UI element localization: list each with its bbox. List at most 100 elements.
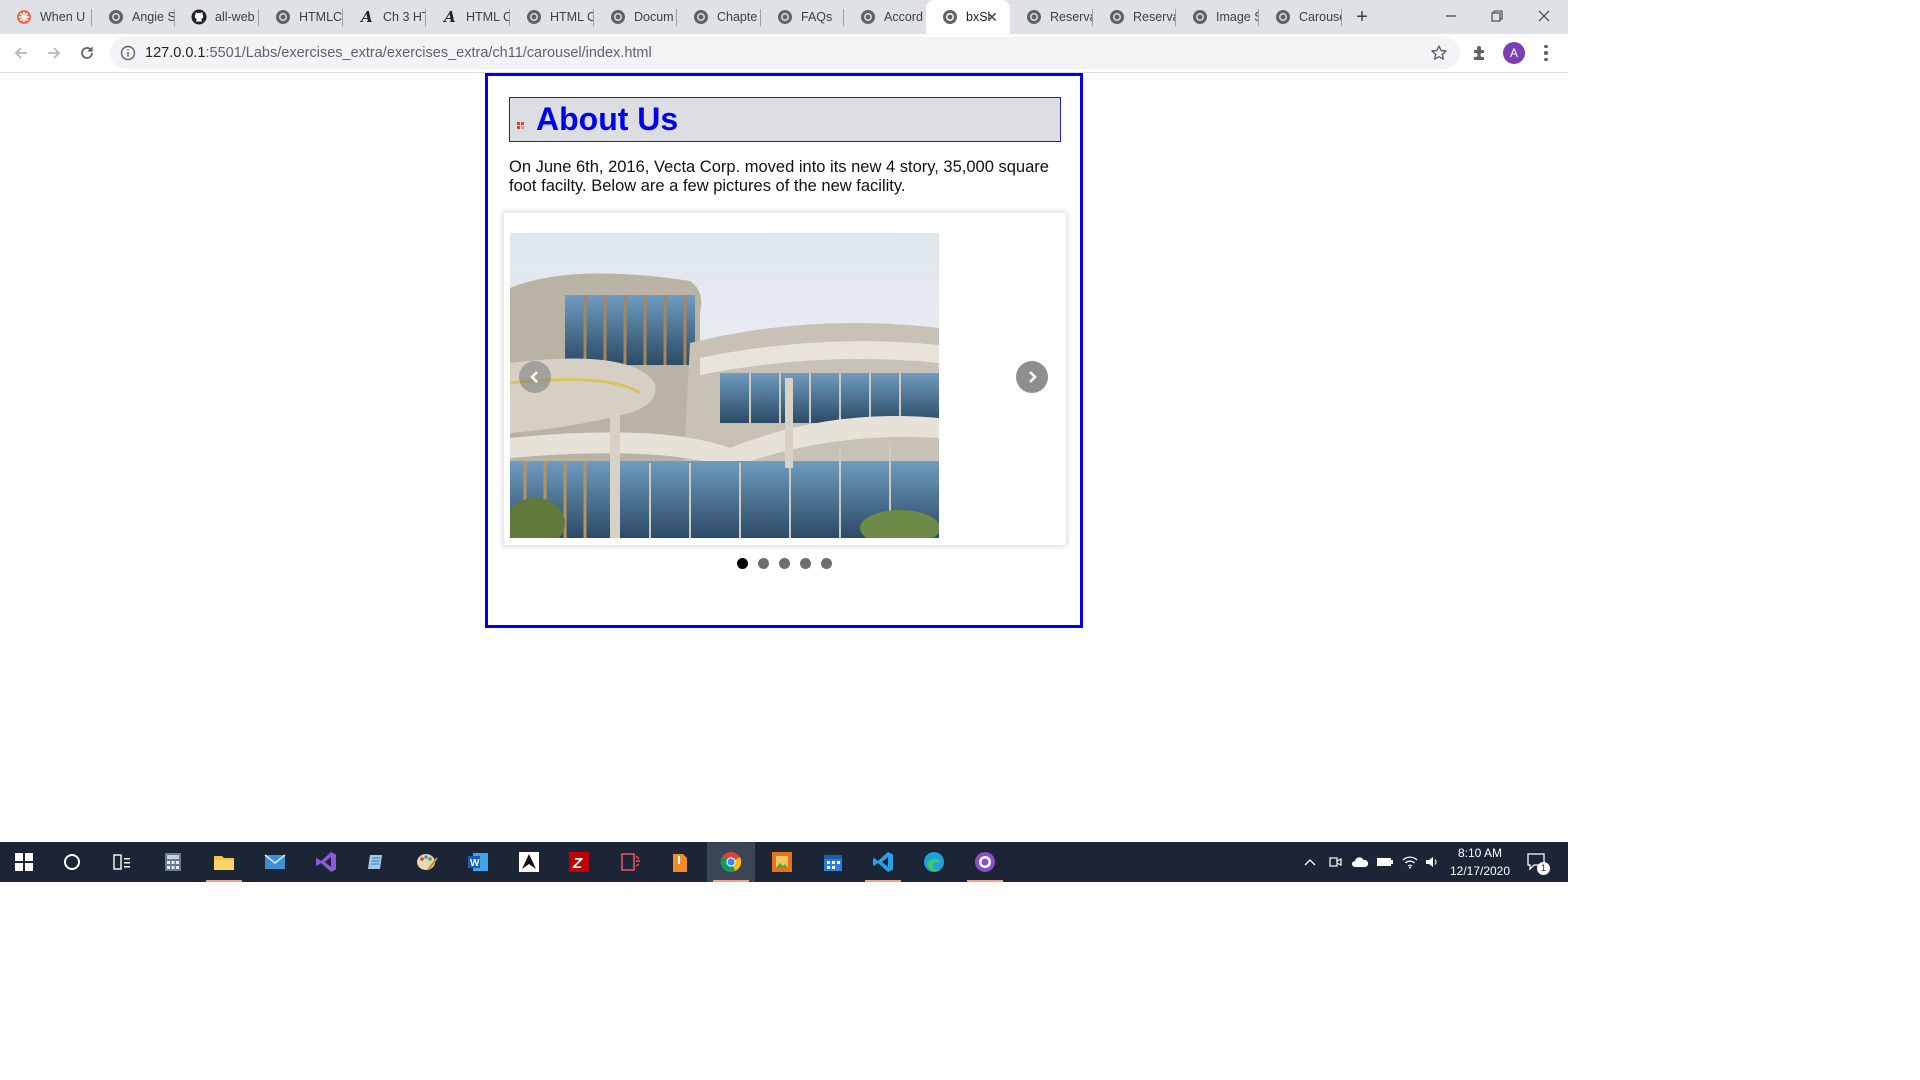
previous-slide-button[interactable] [519,361,551,393]
tab-title: When U [40,10,86,24]
globe-icon [1275,9,1291,25]
tab-html-c-1[interactable]: A HTML C [426,0,510,34]
pager-dot-5[interactable] [820,558,832,569]
svg-text:Z: Z [572,855,583,872]
github-icon [191,9,207,25]
extensions-puzzle-icon[interactable] [1470,43,1490,63]
info-icon[interactable] [120,45,136,61]
script-a-icon: A [444,8,456,26]
tab-chapte[interactable]: Chapte [677,0,761,34]
volume-icon[interactable] [1422,842,1442,882]
meet-now-icon[interactable] [1325,842,1345,882]
notepad-icon[interactable] [352,842,400,882]
globe-icon [526,9,542,25]
word-icon[interactable]: W [454,842,502,882]
tab-close-icon[interactable]: ✕ [984,9,1000,25]
minimize-icon[interactable] [1428,0,1474,32]
tab-title: Reserva [1050,10,1093,24]
globe-icon [777,9,793,25]
tab-title: HTMLC [299,10,343,24]
globe-icon [942,9,958,25]
battery-icon[interactable] [1374,842,1396,882]
cortana-icon[interactable] [48,842,96,882]
calendar-icon[interactable] [809,842,857,882]
tab-bxslider-active[interactable]: bxSl ✕ [926,0,1010,34]
chrome-icon[interactable] [707,842,755,882]
tab-title: HTML C [550,10,594,24]
tab-title: Image S [1216,10,1259,24]
pager-dot-2[interactable] [757,558,769,569]
url-host: 127.0.0.1 [145,45,206,61]
tray-chevron-up-icon[interactable] [1300,842,1320,882]
calculator-icon[interactable] [149,842,197,882]
tab-ch3[interactable]: A Ch 3 HT [343,0,426,34]
visual-studio-icon[interactable] [302,842,350,882]
page-title: About Us [536,101,679,137]
new-tab-plus-icon[interactable]: + [1349,5,1375,29]
restore-icon[interactable] [1474,0,1520,32]
tab-all-web[interactable]: all-web [175,0,259,34]
windows-start-icon[interactable] [0,842,48,882]
tab-reserva-2[interactable]: Reserva [1093,0,1176,34]
image-app-icon[interactable] [758,842,806,882]
tab-title: Angie S [132,10,175,24]
paint-icon[interactable] [403,842,451,882]
globe-icon [860,9,876,25]
url-path: :5501/Labs/exercises_extra/exercises_ext… [205,45,652,61]
notification-count-badge: 1 [1537,862,1550,875]
tab-accord[interactable]: Accord [844,0,928,34]
tab-carousel[interactable]: Carouse [1259,0,1342,34]
heading-bullet-icon [517,117,525,129]
archive-icon[interactable] [656,842,704,882]
tab-reserva-1[interactable]: Reserva [1010,0,1093,34]
bookmark-star-icon[interactable] [1430,44,1448,62]
tab-faqs[interactable]: FAQs [761,0,844,34]
close-window-icon[interactable] [1521,0,1567,32]
next-slide-button[interactable] [1016,361,1048,393]
edge-icon[interactable] [910,842,958,882]
forward-arrow-icon[interactable] [39,38,69,68]
tab-angie-s[interactable]: Angie S [92,0,175,34]
taskbar-clock[interactable]: 8:10 AM 12/17/2020 [1440,844,1520,880]
tab-title: Chapte [717,10,758,24]
globe-icon [1192,9,1208,25]
app-icon[interactable] [606,842,654,882]
tab-title: Docum [634,10,674,24]
github-desktop-icon[interactable] [961,842,1009,882]
tab-title: Carouse [1299,10,1342,24]
globe-icon [610,9,626,25]
task-view-icon[interactable] [98,842,146,882]
profile-avatar[interactable]: A [1503,42,1525,64]
clock-time: 8:10 AM [1457,846,1503,860]
tab-html-c-2[interactable]: HTML C [510,0,594,34]
pager-dot-4[interactable] [799,558,811,569]
pager-dot-1[interactable] [736,558,748,569]
reload-icon[interactable] [72,38,102,68]
tab-title: Accord [884,10,923,24]
tab-image-s[interactable]: Image S [1176,0,1259,34]
tab-when-u[interactable]: When U [0,0,92,34]
file-explorer-icon[interactable] [200,842,248,882]
tab-htmlc[interactable]: HTMLC [259,0,343,34]
mail-icon[interactable] [251,842,299,882]
globe-icon [693,9,709,25]
clock-date: 12/17/2020 [1449,864,1511,878]
carousel-viewport [503,212,1067,546]
notification-center-icon[interactable]: 1 [1522,842,1552,882]
inkscape-icon[interactable] [505,842,553,882]
page-container: About Us On June 6th, 2016, Vecta Corp. … [485,73,1083,628]
onedrive-cloud-icon[interactable] [1349,842,1371,882]
browser-menu-icon[interactable] [1538,42,1554,64]
filezilla-icon[interactable]: Z [555,842,603,882]
tab-docum[interactable]: Docum [594,0,677,34]
back-arrow-icon[interactable] [6,38,36,68]
url-text: 127.0.0.1:5501/Labs/exercises_extra/exer… [145,45,652,61]
globe-icon [275,9,291,25]
carousel-pager [488,558,1080,570]
address-bar[interactable]: 127.0.0.1:5501/Labs/exercises_extra/exer… [110,37,1460,69]
pager-dot-3[interactable] [778,558,790,569]
vscode-icon[interactable] [859,842,907,882]
browser-tab-strip: When U Angie S all-web HTMLC A Ch 3 HT A… [0,0,1568,34]
wifi-icon[interactable] [1399,842,1421,882]
tab-title: Ch 3 HT [383,10,426,24]
